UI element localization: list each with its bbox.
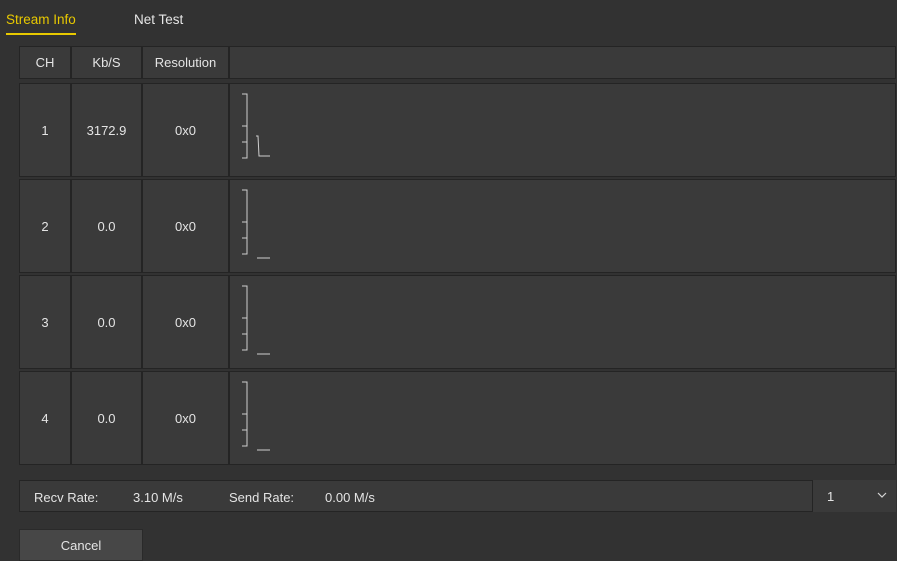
cancel-button[interactable]: Cancel bbox=[19, 529, 143, 561]
row-4-ch: 4 bbox=[19, 371, 71, 465]
header-kbs: Kb/S bbox=[71, 46, 142, 79]
row-3-resolution: 0x0 bbox=[142, 275, 229, 369]
row-2-graph-svg bbox=[242, 189, 270, 259]
row-4-bitrate-graph bbox=[229, 371, 896, 465]
row-1-ch: 1 bbox=[19, 83, 71, 177]
row-3-graph-svg bbox=[242, 285, 270, 355]
row-3-bitrate-graph bbox=[229, 275, 896, 369]
row-1-kbs: 3172.9 bbox=[71, 83, 142, 177]
row-4-graph-svg bbox=[242, 381, 270, 451]
tab-bar: Stream Info Net Test bbox=[0, 0, 897, 38]
row-1-resolution: 0x0 bbox=[142, 83, 229, 177]
tab-stream-info[interactable]: Stream Info bbox=[6, 12, 76, 35]
rate-bar: Recv Rate: 3.10 M/s Send Rate: 0.00 M/s bbox=[19, 480, 896, 512]
chevron-down-icon bbox=[877, 492, 887, 498]
header-ch: CH bbox=[19, 46, 71, 79]
channel-select-value: 1 bbox=[827, 489, 835, 504]
row-2-ch: 2 bbox=[19, 179, 71, 273]
row-4-resolution: 0x0 bbox=[142, 371, 229, 465]
row-2-resolution: 0x0 bbox=[142, 179, 229, 273]
channel-select[interactable]: 1 bbox=[812, 480, 896, 512]
header-graph bbox=[229, 46, 896, 79]
row-2-bitrate-graph bbox=[229, 179, 896, 273]
tab-net-test-label: Net Test bbox=[134, 12, 184, 27]
tab-net-test[interactable]: Net Test bbox=[134, 12, 183, 27]
row-3-kbs: 0.0 bbox=[71, 275, 142, 369]
active-tab-indicator bbox=[6, 33, 76, 35]
header-resolution: Resolution bbox=[142, 46, 229, 79]
row-1-bitrate-graph bbox=[229, 83, 896, 177]
row-4-kbs: 0.0 bbox=[71, 371, 142, 465]
recv-rate-label: Recv Rate: bbox=[34, 490, 99, 505]
row-2-kbs: 0.0 bbox=[71, 179, 142, 273]
send-rate-value: 0.00 M/s bbox=[325, 490, 375, 505]
recv-rate-value: 3.10 M/s bbox=[133, 490, 183, 505]
row-1-graph-svg bbox=[242, 93, 270, 159]
row-3-ch: 3 bbox=[19, 275, 71, 369]
send-rate-label: Send Rate: bbox=[229, 490, 295, 505]
tab-stream-info-label: Stream Info bbox=[6, 12, 76, 27]
graph-line-drop bbox=[256, 135, 270, 157]
